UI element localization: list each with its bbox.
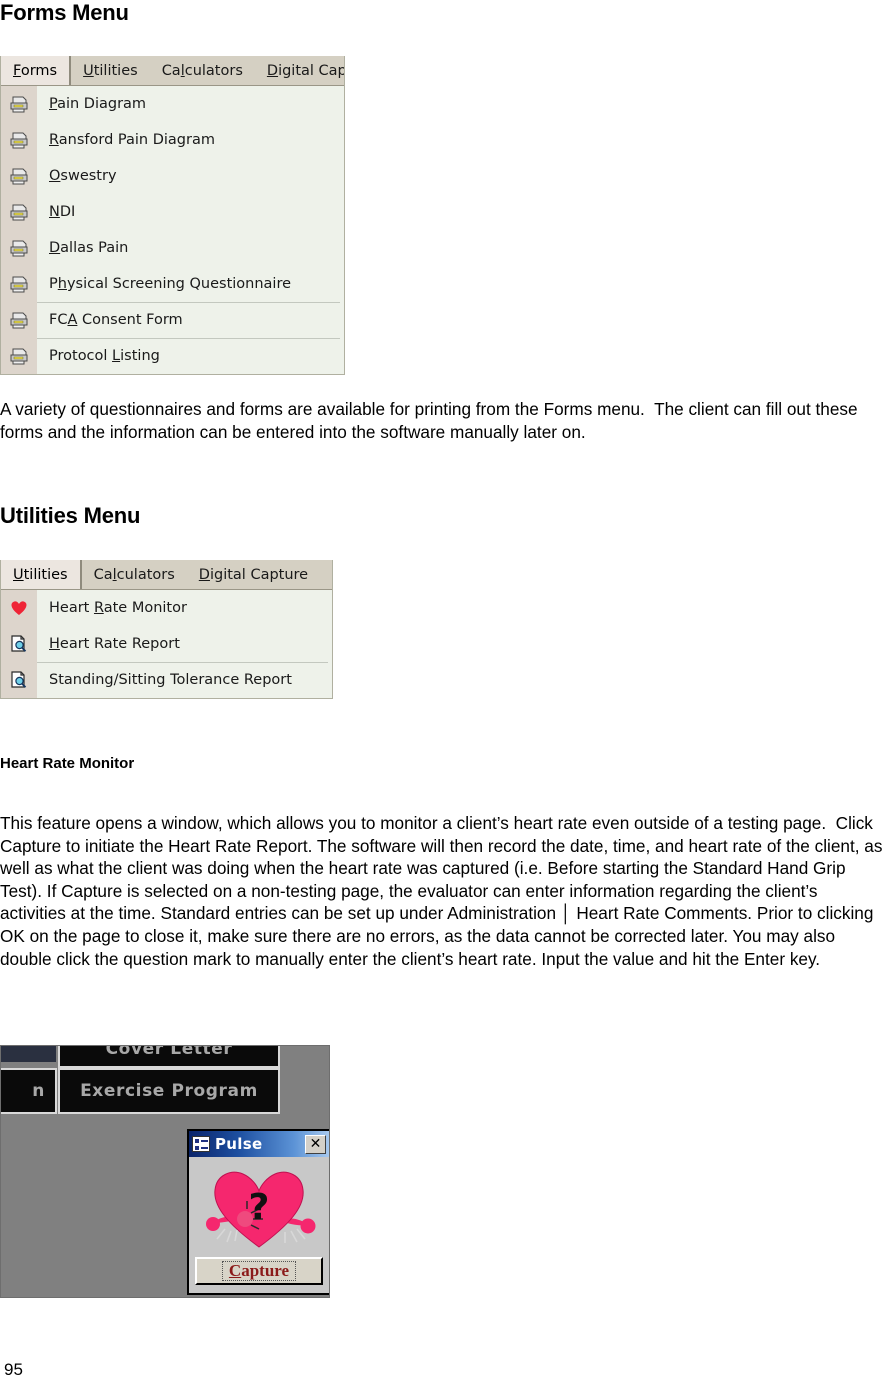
menu-item-label: Ransford Pain Diagram: [49, 132, 215, 148]
forms-menubar: Forms Utilities Calculators Digital Capt: [1, 56, 344, 86]
menu-item-fca-consent-form[interactable]: FCA Consent Form: [1, 302, 344, 338]
menu-item-label: Protocol Listing: [49, 348, 160, 364]
menu-item-heart-rate-monitor[interactable]: Heart Rate Monitor: [1, 590, 332, 626]
menu-item-ndi[interactable]: NDI: [1, 194, 344, 230]
menu-item-label: Dallas Pain: [49, 240, 129, 256]
heart-rate-monitor-description: This feature opens a window, which allow…: [0, 813, 883, 969]
printer-icon: [1, 266, 37, 302]
capture-button-label: Capture: [221, 1261, 297, 1281]
menubar-tab-digital-capture[interactable]: Digital Capture: [187, 560, 320, 589]
page-title-utilities-menu: Utilities Menu: [0, 503, 141, 528]
pulse-dialog: Pulse ✕ ? Capture: [187, 1129, 329, 1295]
question-mark-glyph: ?: [249, 1187, 270, 1228]
exercise-program-button[interactable]: Exercise Program: [58, 1068, 280, 1114]
menu-item-pain-diagram[interactable]: Pain Diagram: [1, 86, 344, 122]
menubar-tab-utilities[interactable]: Utilities: [1, 560, 82, 589]
printer-icon: [1, 122, 37, 158]
close-icon[interactable]: ✕: [305, 1134, 326, 1154]
capture-button[interactable]: Capture: [195, 1257, 323, 1285]
menubar-tab-utilities[interactable]: Utilities: [71, 56, 150, 85]
menu-item-label: Pain Diagram: [49, 96, 147, 112]
pulse-dialog-body: ?: [189, 1157, 329, 1253]
forms-menu-widget: Forms Utilities Calculators Digital Capt: [0, 56, 345, 375]
printer-icon: [1, 338, 37, 374]
menubar-tab-digital-capture[interactable]: Digital Capt: [255, 56, 344, 85]
document-page: Forms Menu Forms Utilities Calculators D…: [0, 0, 886, 1389]
printer-icon: [1, 86, 37, 122]
menu-item-heart-rate-report[interactable]: Heart Rate Report: [1, 626, 332, 662]
menu-item-standing-sitting-tolerance-report[interactable]: Standing/Sitting Tolerance Report: [1, 662, 332, 698]
menu-item-label: Physical Screening Questionnaire: [49, 276, 292, 292]
menu-item-label: Heart Rate Monitor: [49, 600, 187, 616]
printer-icon: [1, 302, 37, 338]
printer-icon: [1, 230, 37, 266]
subheading-heart-rate-monitor: Heart Rate Monitor: [0, 755, 135, 772]
page-number: 95: [4, 1360, 23, 1379]
utilities-menubar: Utilities Calculators Digital Capture: [1, 560, 332, 590]
menu-item-ransford-pain-diagram[interactable]: Ransford Pain Diagram: [1, 122, 344, 158]
menu-item-protocol-listing[interactable]: Protocol Listing: [1, 338, 344, 374]
utilities-menu-list: Heart Rate Monitor Heart Rate Report Sta…: [1, 590, 332, 698]
partial-left-button[interactable]: n: [1, 1068, 57, 1114]
heart-icon: [1, 590, 37, 626]
printer-icon: [1, 158, 37, 194]
menu-item-label: FCA Consent Form: [49, 312, 183, 328]
printer-icon: [1, 194, 37, 230]
report-search-icon: [1, 662, 37, 698]
menubar-tab-calculators[interactable]: Calculators: [82, 560, 187, 589]
pulse-dialog-footer: Capture: [189, 1253, 329, 1291]
menu-item-label: Standing/Sitting Tolerance Report: [49, 672, 292, 688]
page-title-forms-menu: Forms Menu: [0, 0, 129, 25]
pulse-dialog-title: Pulse: [215, 1134, 263, 1153]
menu-item-oswestry[interactable]: Oswestry: [1, 158, 344, 194]
heart-question-icon[interactable]: ?: [199, 1159, 319, 1253]
system-menu-icon[interactable]: [192, 1136, 210, 1152]
app-screenshot: Cover Letter n Exercise Program Pulse ✕: [0, 1045, 330, 1298]
menu-item-label: Heart Rate Report: [49, 636, 180, 652]
menu-separator: [37, 302, 340, 303]
report-search-icon: [1, 626, 37, 662]
menu-item-physical-screening-questionnaire[interactable]: Physical Screening Questionnaire: [1, 266, 344, 302]
menu-item-label: Oswestry: [49, 168, 117, 184]
menubar-tab-calculators[interactable]: Calculators: [150, 56, 255, 85]
screenshot-corner-swatch: [1, 1046, 56, 1062]
forms-menu-list: Pain Diagram Ransford Pain Diagram Oswes…: [1, 86, 344, 374]
cover-letter-button[interactable]: Cover Letter: [58, 1046, 280, 1068]
pulse-titlebar[interactable]: Pulse ✕: [189, 1131, 329, 1157]
menu-separator: [37, 662, 328, 663]
menu-item-dallas-pain[interactable]: Dallas Pain: [1, 230, 344, 266]
menu-separator: [37, 338, 340, 339]
menu-item-label: NDI: [49, 204, 76, 220]
menubar-tab-forms[interactable]: Forms: [1, 56, 72, 85]
utilities-menu-widget: Utilities Calculators Digital Capture He…: [0, 560, 333, 699]
forms-menu-description: A variety of questionnaires and forms ar…: [0, 399, 863, 442]
menubar-tab-forms-label: orms: [20, 62, 58, 79]
